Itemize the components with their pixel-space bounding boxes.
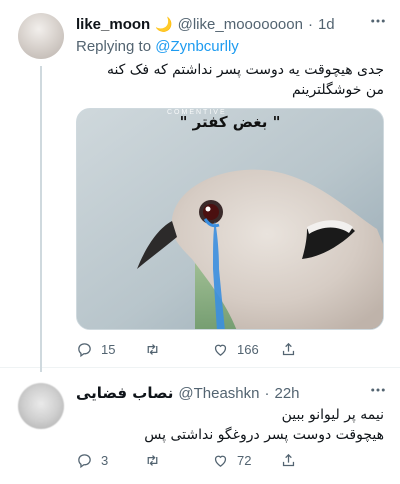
- dove-illustration: [77, 109, 383, 329]
- tweet-header: نصاب فضایی @Theashkn · 22h: [76, 383, 370, 403]
- reply-bubble-icon: [78, 342, 91, 357]
- avatar[interactable]: [18, 383, 64, 429]
- user-handle[interactable]: @Theashkn: [178, 385, 259, 402]
- retweet-icon: [147, 343, 158, 355]
- timestamp[interactable]: 1d: [318, 16, 335, 33]
- reply-bubble-icon: [78, 453, 91, 468]
- tweet-header: like_moon 🌙 @like_mooooooon · 1d: [76, 14, 370, 34]
- thread-line: [40, 66, 42, 372]
- tweet-text: جدی هیچوقت یه دوست پسر نداشتم که فک کنه …: [76, 60, 384, 100]
- tweet-text-line: جدی هیچوقت یه دوست پسر نداشتم که فک کنه: [106, 62, 384, 78]
- tweet-actions: 3 72: [76, 450, 336, 470]
- more-dots-icon[interactable]: [368, 12, 388, 32]
- share-icon: [282, 453, 295, 466]
- tweet-text-line: هیچوقت دوست پسر دروغگو نداشتی پس: [144, 427, 384, 443]
- crying-dove-image[interactable]: COMENTIVE " بغض کفتر ": [76, 108, 384, 330]
- retweet-button[interactable]: [144, 452, 212, 469]
- like-count: 72: [237, 452, 252, 468]
- display-name[interactable]: نصاب فضایی: [76, 384, 173, 402]
- replying-to-mention[interactable]: @Zynbcurlly: [155, 38, 239, 55]
- like-button[interactable]: 72: [212, 452, 280, 469]
- tweet-text-line: نیمه پر لیوانو ببین: [281, 407, 384, 423]
- tweet-2[interactable]: نصاب فضایی @Theashkn · 22h نیمه پر لیوان…: [0, 369, 400, 484]
- reply-button[interactable]: 15: [76, 341, 144, 358]
- replying-to-line: Replying to @Zynbcurlly: [76, 38, 239, 55]
- tweet-text-line: من خوشگلترینم: [292, 82, 384, 98]
- share-button[interactable]: [280, 452, 336, 469]
- crescent-moon-icon: 🌙: [155, 15, 173, 32]
- heart-icon: [214, 344, 227, 356]
- user-handle[interactable]: @like_mooooooon: [178, 16, 303, 33]
- reply-button[interactable]: 3: [76, 452, 144, 469]
- reply-count: 3: [101, 452, 109, 468]
- reply-count: 15: [101, 341, 116, 357]
- avatar[interactable]: [18, 13, 64, 59]
- separator-dot: ·: [264, 384, 270, 402]
- share-icon: [282, 342, 295, 355]
- retweet-icon: [147, 454, 158, 466]
- like-button[interactable]: 166: [212, 341, 280, 358]
- share-button[interactable]: [280, 341, 336, 358]
- display-name[interactable]: like_moon: [76, 16, 150, 33]
- retweet-button[interactable]: [144, 341, 212, 358]
- tweet-1[interactable]: like_moon 🌙 @like_mooooooon · 1d Replyin…: [0, 0, 400, 372]
- more-dots-icon[interactable]: [368, 381, 388, 401]
- image-caption: " بغض کفتر ": [179, 113, 281, 131]
- separator-dot: ·: [307, 15, 313, 33]
- like-count: 166: [237, 341, 259, 357]
- tweet-actions: 15 166: [76, 339, 336, 359]
- timestamp[interactable]: 22h: [275, 385, 300, 402]
- tweet-text: نیمه پر لیوانو ببین هیچوقت دوست پسر دروغ…: [76, 405, 384, 445]
- heart-icon: [214, 455, 227, 467]
- replying-to-label: Replying to: [76, 38, 152, 55]
